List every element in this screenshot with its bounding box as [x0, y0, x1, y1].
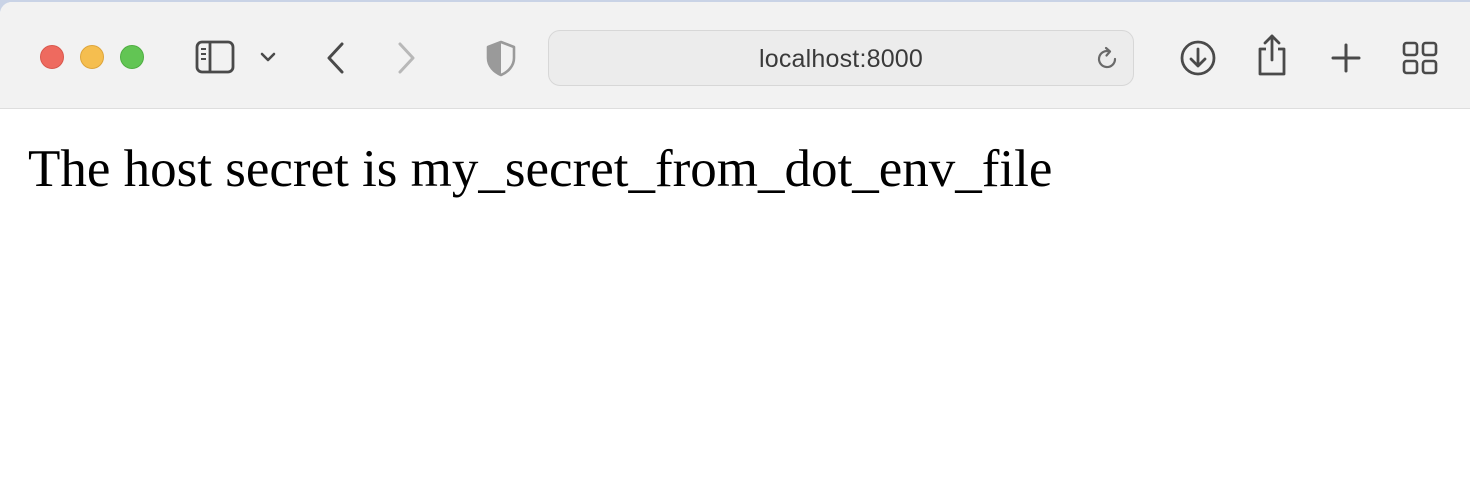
close-window-button[interactable]	[40, 45, 64, 69]
chevron-right-icon[interactable]	[390, 38, 422, 78]
sidebar-icon[interactable]	[194, 38, 236, 76]
minimize-window-button[interactable]	[80, 45, 104, 69]
page-content: The host secret is my_secret_from_dot_en…	[0, 109, 1470, 498]
plus-icon[interactable]	[1326, 38, 1366, 78]
download-icon[interactable]	[1178, 38, 1218, 78]
share-icon[interactable]	[1254, 32, 1290, 78]
secret-message: The host secret is my_secret_from_dot_en…	[28, 140, 1053, 198]
reload-icon[interactable]	[1093, 45, 1121, 73]
chevron-left-icon[interactable]	[320, 38, 352, 78]
chevron-down-icon[interactable]	[256, 46, 280, 68]
maximize-window-button[interactable]	[120, 45, 144, 69]
address-bar[interactable]: localhost:8000	[548, 30, 1134, 86]
browser-toolbar: localhost:8000	[0, 2, 1470, 109]
url-text: localhost:8000	[758, 45, 924, 73]
browser-window: localhost:8000 The host secret is my_sec…	[0, 2, 1470, 498]
shield-icon[interactable]	[484, 38, 518, 78]
grid-icon[interactable]	[1401, 40, 1439, 76]
